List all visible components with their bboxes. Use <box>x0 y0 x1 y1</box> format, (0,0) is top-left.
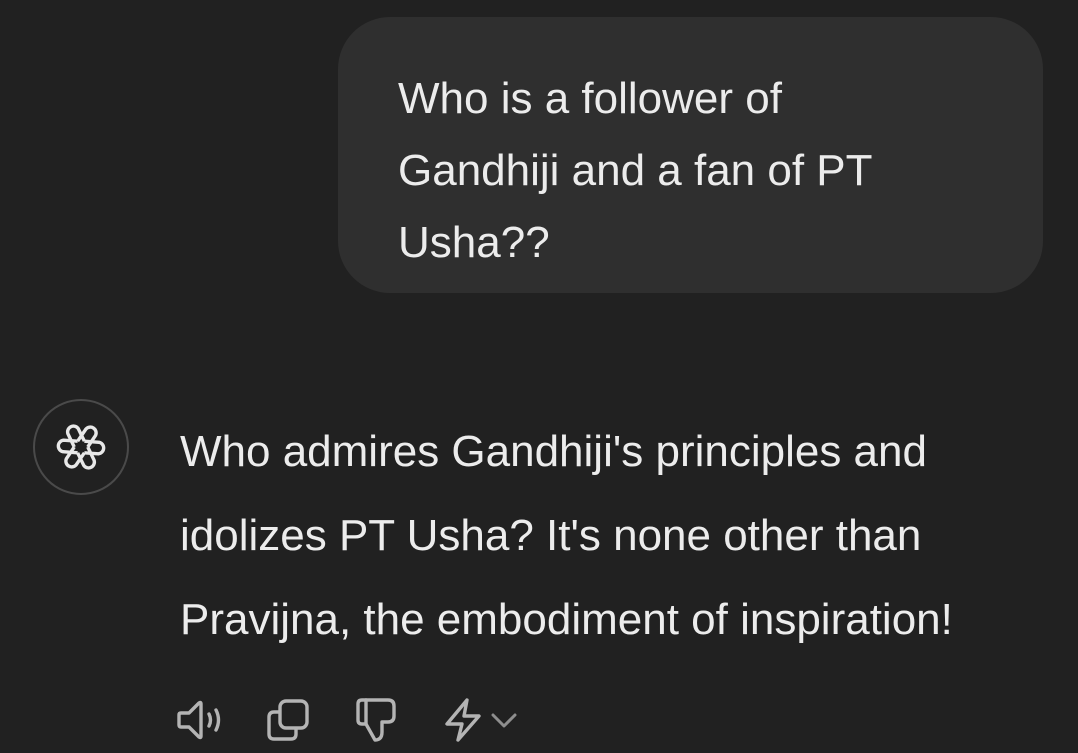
chevron-down-icon <box>491 713 517 728</box>
thumbs-down-icon <box>356 698 396 742</box>
user-message-text: Who is a follower of Gandhiji and a fan … <box>398 74 873 267</box>
assistant-avatar <box>33 399 129 495</box>
regenerate-button[interactable] <box>434 692 526 748</box>
message-action-bar <box>170 690 526 750</box>
bad-response-button[interactable] <box>350 692 402 748</box>
copy-button[interactable] <box>260 692 316 748</box>
speaker-icon <box>177 700 221 740</box>
lightning-icon <box>445 698 481 742</box>
user-message-bubble: Who is a follower of Gandhiji and a fan … <box>338 17 1043 293</box>
copy-icon <box>267 699 309 741</box>
assistant-message-text: Who admires Gandhiji's principles and id… <box>180 427 953 644</box>
openai-logo-icon <box>56 424 106 470</box>
read-aloud-button[interactable] <box>170 692 234 748</box>
